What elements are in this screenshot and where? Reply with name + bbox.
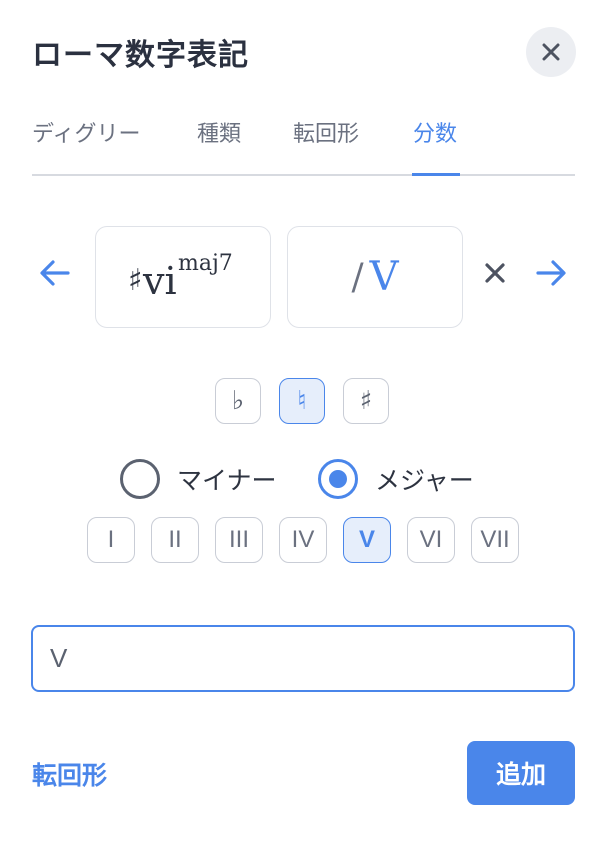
remove-bass-button[interactable]	[484, 262, 506, 284]
next-button[interactable]	[533, 255, 569, 291]
chord-accidental: ♯	[128, 263, 143, 298]
chord-numeral: vi	[143, 259, 177, 303]
major-radio[interactable]: メジャー	[318, 459, 474, 499]
sharp-button[interactable]: ♯	[343, 378, 389, 424]
chord-text-input[interactable]	[31, 625, 575, 692]
chord-quality: maj7	[178, 251, 233, 276]
inversion-link[interactable]: 転回形	[32, 756, 107, 792]
flat-button[interactable]: ♭	[215, 378, 261, 424]
dialog-title: ローマ数字表記	[32, 38, 249, 73]
numeral-button-4[interactable]: IV	[279, 517, 327, 563]
tab-degree[interactable]: ディグリー	[32, 116, 140, 148]
numeral-button-5[interactable]: V	[343, 517, 391, 563]
active-tab-indicator	[412, 173, 460, 176]
bass-numeral: V	[369, 254, 399, 300]
numeral-button-7[interactable]: VII	[471, 517, 519, 563]
numeral-button-1[interactable]: I	[87, 517, 135, 563]
add-button[interactable]: 追加	[467, 741, 575, 805]
close-icon	[542, 43, 560, 61]
tab-inversion[interactable]: 転回形	[293, 116, 359, 148]
prev-button[interactable]	[37, 255, 73, 291]
numeral-button-2[interactable]: II	[151, 517, 199, 563]
arrow-right-icon	[536, 260, 566, 286]
tab-fraction[interactable]: 分数	[413, 116, 457, 148]
tab-bar: ディグリー 種類 転回形 分数	[32, 110, 575, 176]
major-radio-circle[interactable]	[318, 459, 358, 499]
close-button[interactable]	[526, 27, 576, 77]
minor-label: マイナー	[177, 466, 277, 495]
tab-type[interactable]: 種類	[197, 116, 241, 148]
minor-radio-circle[interactable]	[120, 459, 160, 499]
remove-icon	[485, 263, 505, 283]
bass-display[interactable]: / V	[287, 226, 463, 328]
major-label: メジャー	[375, 466, 474, 495]
numeral-button-3[interactable]: III	[215, 517, 263, 563]
natural-button[interactable]: ♮	[279, 378, 325, 424]
numeral-button-6[interactable]: VI	[407, 517, 455, 563]
arrow-left-icon	[40, 260, 70, 286]
minor-radio[interactable]: マイナー	[120, 459, 277, 499]
bass-slash: /	[351, 256, 364, 298]
chord-display[interactable]: ♯ vi maj7	[95, 226, 271, 328]
